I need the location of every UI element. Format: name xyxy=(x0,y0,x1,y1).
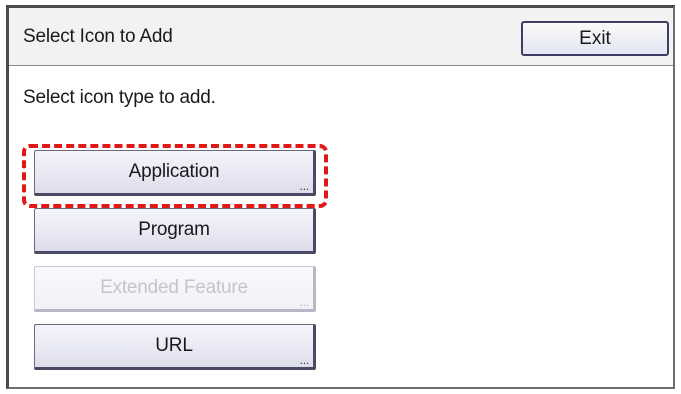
dialog-panel: Select Icon to Add Exit Select icon type… xyxy=(6,5,675,389)
title-bar: Select Icon to Add Exit xyxy=(9,8,673,66)
dialog-title: Select Icon to Add xyxy=(23,26,173,47)
extended-feature-button: Extended Feature ... xyxy=(34,266,316,312)
application-button[interactable]: Application ... xyxy=(34,150,316,196)
instruction-text: Select icon type to add. xyxy=(23,87,216,108)
program-button-label: Program xyxy=(138,219,210,240)
more-options-icon: ... xyxy=(299,179,310,193)
url-button[interactable]: URL ... xyxy=(34,324,316,370)
more-options-icon: ... xyxy=(299,295,310,309)
exit-button[interactable]: Exit xyxy=(521,21,669,56)
extended-feature-button-label: Extended Feature xyxy=(100,277,248,298)
application-button-label: Application xyxy=(128,161,220,182)
more-options-icon: ... xyxy=(299,353,310,367)
url-button-label: URL xyxy=(155,335,193,356)
program-button[interactable]: Program xyxy=(34,208,316,254)
